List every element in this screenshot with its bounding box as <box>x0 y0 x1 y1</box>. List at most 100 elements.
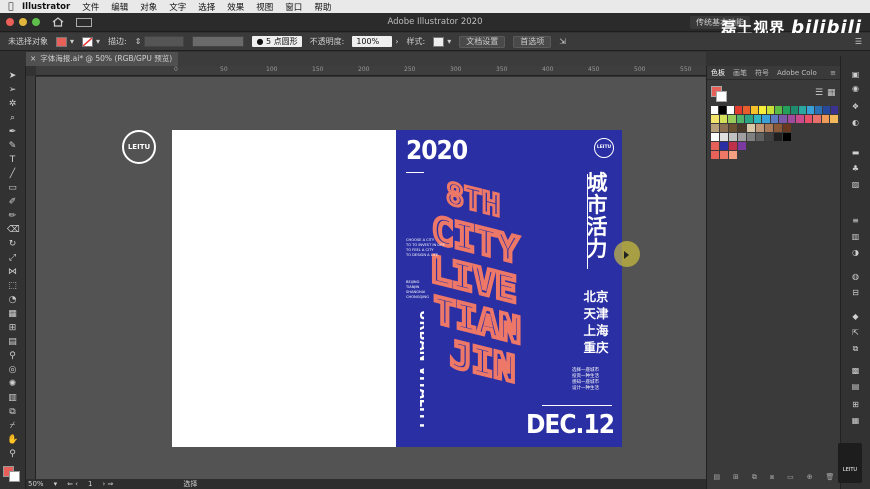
current-stroke-swatch[interactable] <box>716 91 727 102</box>
rectangle-tool-icon[interactable]: ▭ <box>7 184 18 193</box>
zoom-window-button[interactable] <box>32 18 40 26</box>
swatch[interactable] <box>719 115 728 123</box>
swatch[interactable] <box>807 106 814 114</box>
fill-swatch[interactable] <box>56 36 67 47</box>
swatch[interactable] <box>821 115 830 123</box>
swatch[interactable] <box>711 124 719 132</box>
swatch[interactable] <box>747 133 755 141</box>
direct-selection-tool-icon[interactable]: ➢ <box>7 86 18 95</box>
artboard-number[interactable]: 1 <box>88 480 92 488</box>
stroke-color-control[interactable]: ▾ <box>82 36 100 47</box>
document-setup-button[interactable]: 文档设置 <box>459 35 506 48</box>
swatch[interactable] <box>720 142 728 150</box>
swatch[interactable] <box>831 106 838 114</box>
swatch[interactable] <box>738 124 746 132</box>
gradient-icon[interactable]: ▥ <box>850 232 861 241</box>
swatch[interactable] <box>738 142 746 150</box>
swatch[interactable] <box>765 133 773 141</box>
swatch[interactable] <box>783 106 790 114</box>
gradient-tool-icon[interactable]: ▤ <box>7 338 18 347</box>
paintbrush-tool-icon[interactable]: ✐ <box>7 198 18 207</box>
stroke-color-icon[interactable] <box>9 471 20 482</box>
menu-window[interactable]: 窗口 <box>285 1 302 13</box>
swatch[interactable] <box>830 115 838 123</box>
new-swatch-icon[interactable]: ⊕ <box>807 473 813 485</box>
swatch[interactable] <box>787 115 796 123</box>
artboard-tool-icon[interactable]: ⧉ <box>7 408 18 417</box>
layers-icon[interactable]: ◆ <box>850 312 861 321</box>
chevron-down-icon[interactable]: ▾ <box>96 37 100 46</box>
swatch[interactable] <box>753 115 762 123</box>
swatch[interactable] <box>711 142 719 150</box>
char-icon[interactable]: ▤ <box>850 382 861 391</box>
swatch[interactable] <box>799 106 806 114</box>
perspective-grid-tool-icon[interactable]: ▦ <box>7 310 18 319</box>
home-icon[interactable] <box>52 17 64 27</box>
recolor-icon[interactable]: ◐ <box>850 118 861 127</box>
swatch[interactable] <box>759 106 766 114</box>
menu-file[interactable]: 文件 <box>82 1 99 13</box>
blend-tool-icon[interactable]: ◎ <box>7 366 18 375</box>
menu-type[interactable]: 文字 <box>169 1 186 13</box>
swatch[interactable] <box>770 115 779 123</box>
chevron-down-icon[interactable]: ▾ <box>70 37 74 46</box>
selection-tool-icon[interactable]: ➤ <box>7 72 18 81</box>
stroke-weight-field[interactable]: ⇕ <box>135 36 185 47</box>
stroke-none-swatch[interactable] <box>82 36 94 47</box>
swatch[interactable] <box>729 151 737 159</box>
swatch[interactable] <box>783 133 791 141</box>
type-tool-icon[interactable]: T <box>7 156 18 165</box>
tab-brushes[interactable]: 画笔 <box>729 68 751 78</box>
close-icon[interactable]: × <box>30 54 36 63</box>
color-icon[interactable]: ◉ <box>850 84 861 93</box>
swatch[interactable] <box>727 106 734 114</box>
list-view-icon[interactable]: ☰ <box>815 88 823 98</box>
swatch[interactable] <box>774 133 782 141</box>
pencil-tool-icon[interactable]: ✏ <box>7 212 18 221</box>
transparency-icon[interactable]: ◑ <box>850 248 861 257</box>
shape-builder-tool-icon[interactable]: ◔ <box>7 296 18 305</box>
swatch[interactable] <box>767 106 774 114</box>
lasso-tool-icon[interactable]: ⌕ <box>7 114 18 123</box>
document-tab[interactable]: × 字体海报.ai* @ 50% (RGB/GPU 预览) <box>26 52 179 66</box>
new-group-icon[interactable]: ▭ <box>787 473 794 485</box>
swatch[interactable] <box>729 124 737 132</box>
close-window-button[interactable] <box>6 18 14 26</box>
swatch[interactable] <box>711 115 719 123</box>
hand-tool-icon[interactable]: ✋ <box>7 436 18 445</box>
menu-select[interactable]: 选择 <box>198 1 215 13</box>
leitu-logo[interactable]: LEITU <box>122 130 156 164</box>
color-guide-icon[interactable]: ❖ <box>850 102 861 111</box>
tab-symbols[interactable]: 符号 <box>751 68 773 78</box>
align-icon[interactable]: ⊟ <box>850 288 861 297</box>
opacity-input[interactable]: 100% <box>352 36 393 47</box>
menu-edit[interactable]: 编辑 <box>111 1 128 13</box>
chevron-down-icon[interactable]: ▾ <box>447 37 451 46</box>
swatch[interactable] <box>796 115 804 123</box>
graphic-styles-icon[interactable]: ▨ <box>850 180 861 189</box>
swatch[interactable] <box>720 133 728 141</box>
scale-tool-icon[interactable]: ⤢ <box>7 254 18 263</box>
swatch[interactable] <box>743 106 750 114</box>
graphic-style-swatch[interactable] <box>433 36 445 47</box>
zoom-tool-icon[interactable]: ⚲ <box>7 450 18 459</box>
stepper-icon[interactable]: ⇕ <box>135 37 142 46</box>
menu-object[interactable]: 对象 <box>140 1 157 13</box>
swatch[interactable] <box>751 106 758 114</box>
info-icon[interactable]: ⊞ <box>850 400 861 409</box>
minimize-window-button[interactable] <box>19 18 27 26</box>
arrange-documents-icon[interactable] <box>76 17 92 27</box>
swatch[interactable] <box>738 133 746 141</box>
swatch[interactable] <box>719 106 726 114</box>
tab-swatches[interactable]: 色板 <box>707 68 729 78</box>
menu-lines-icon[interactable]: ☰ <box>855 37 862 46</box>
zoom-level[interactable]: 50% <box>28 480 44 488</box>
swatch[interactable] <box>720 124 728 132</box>
horizontal-ruler[interactable]: 050100150200250300350400450500550600650 <box>36 66 783 76</box>
grid-view-icon[interactable]: ▦ <box>827 88 836 98</box>
slice-tool-icon[interactable]: ⌿ <box>7 422 18 431</box>
appearance-icon[interactable]: ◍ <box>850 272 861 281</box>
swatch[interactable] <box>729 133 737 141</box>
variable-width-profile[interactable] <box>192 36 245 47</box>
stroke-icon[interactable]: ≡ <box>850 216 861 225</box>
